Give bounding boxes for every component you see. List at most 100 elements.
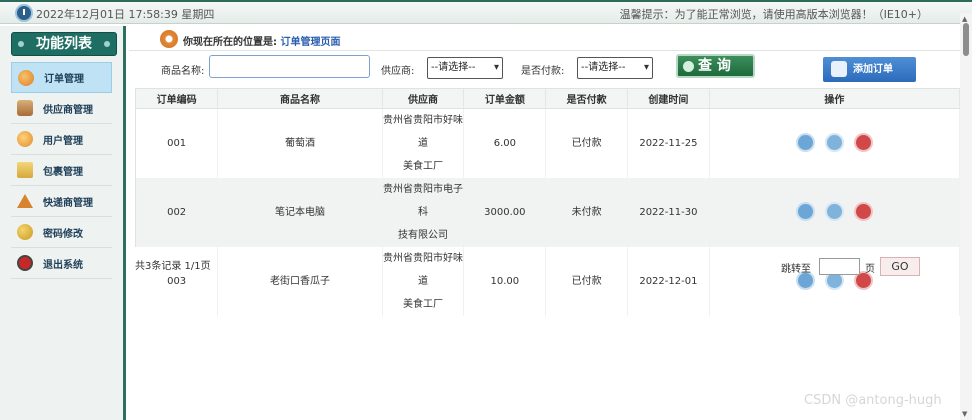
sidebar-item-suppliers[interactable]: 供应商管理 bbox=[11, 93, 112, 124]
vertical-scrollbar[interactable]: ▲ ▼ bbox=[960, 13, 972, 420]
express-icon bbox=[17, 194, 33, 208]
divider bbox=[129, 50, 960, 51]
supplier-line: 技有限公司 bbox=[398, 229, 449, 241]
record-summary: 共3条记录 1/1页 bbox=[135, 261, 211, 272]
search-bar: 商品名称: 供应商: --请选择-- 是否付款: --请选择-- 查 询 添加订… bbox=[129, 54, 960, 84]
package-icon bbox=[17, 162, 33, 178]
created-date: 2022-11-30 bbox=[627, 177, 710, 247]
watermark: CSDN @antong-hugh bbox=[804, 393, 942, 408]
add-order-button[interactable]: 添加订单 bbox=[823, 57, 916, 82]
main-content: 你现在所在的位置是: 订单管理页面 商品名称: 供应商: --请选择-- 是否付… bbox=[129, 26, 961, 420]
column-header: 订单编码 bbox=[136, 89, 219, 109]
sidebar-item-logout[interactable]: 退出系统 bbox=[11, 248, 112, 279]
go-button[interactable]: GO bbox=[880, 257, 920, 276]
orders-table: 订单编码 商品名称 供应商 订单金额 是否付款 创建时间 操作 001 葡萄酒 … bbox=[135, 88, 961, 316]
supplier-line: 美食工厂 bbox=[403, 160, 444, 172]
row-actions bbox=[709, 246, 961, 316]
order-code: 001 bbox=[136, 108, 219, 178]
column-header: 商品名称 bbox=[217, 89, 383, 109]
scroll-thumb[interactable] bbox=[963, 23, 969, 56]
sidebar-item-express[interactable]: 快递商管理 bbox=[11, 186, 112, 217]
sidebar-item-label: 供应商管理 bbox=[43, 104, 93, 116]
add-order-label: 添加订单 bbox=[853, 64, 893, 75]
wrench-icon bbox=[831, 61, 847, 77]
sidebar-item-users[interactable]: 用户管理 bbox=[11, 124, 112, 155]
scroll-down-icon[interactable]: ▼ bbox=[962, 410, 970, 418]
table-row: 003 老街口香瓜子 贵州省贵阳市好味道 美食工厂 10.00 已付款 2022-… bbox=[136, 246, 961, 316]
sidebar-item-packages[interactable]: 包裹管理 bbox=[11, 155, 112, 186]
row-actions bbox=[709, 108, 961, 178]
order-icon bbox=[18, 69, 34, 86]
location-icon bbox=[160, 30, 178, 48]
edit-icon[interactable] bbox=[824, 202, 844, 221]
supplier-select[interactable]: --请选择-- bbox=[427, 57, 503, 79]
product-name-input[interactable] bbox=[209, 55, 370, 78]
clock-icon bbox=[15, 4, 33, 22]
product-name-label: 商品名称: bbox=[161, 66, 205, 77]
table-row: 001 葡萄酒 贵州省贵阳市好味道美食工厂 6.00 已付款 2022-11-2… bbox=[136, 108, 961, 178]
page-number-input[interactable] bbox=[819, 258, 860, 275]
column-header: 供应商 bbox=[382, 89, 465, 109]
order-code: 002 bbox=[136, 177, 219, 247]
sidebar-item-label: 快递商管理 bbox=[43, 197, 93, 209]
order-amount: 3000.00 bbox=[463, 177, 547, 247]
column-header: 创建时间 bbox=[627, 89, 710, 109]
supplier-name: 贵州省贵阳市好味道美食工厂 bbox=[382, 246, 465, 316]
exit-icon bbox=[17, 255, 33, 271]
column-header: 订单金额 bbox=[463, 89, 547, 109]
supplier-line: 美食工厂 bbox=[403, 298, 444, 310]
current-datetime: 2022年12月01日 17:58:39 星期四 bbox=[36, 8, 215, 21]
page-unit-label: 页 bbox=[865, 264, 875, 275]
table-header-row: 订单编码 商品名称 供应商 订单金额 是否付款 创建时间 操作 bbox=[136, 89, 961, 109]
scroll-up-icon[interactable]: ▲ bbox=[962, 15, 970, 23]
row-actions bbox=[709, 177, 961, 247]
created-date: 2022-12-01 bbox=[627, 246, 710, 316]
query-button[interactable]: 查 询 bbox=[676, 54, 755, 78]
sidebar-item-label: 用户管理 bbox=[43, 135, 83, 147]
sidebar-title: 功能列表 bbox=[11, 32, 117, 56]
view-icon[interactable] bbox=[795, 133, 815, 152]
product-name: 老街口香瓜子 bbox=[217, 246, 383, 316]
paid-status: 未付款 bbox=[545, 177, 628, 247]
supplier-name: 贵州省贵阳市好味道美食工厂 bbox=[382, 108, 465, 178]
breadcrumb: 你现在所在的位置是: 订单管理页面 bbox=[160, 30, 960, 48]
supplier-line: 贵州省贵阳市好味道 bbox=[383, 114, 464, 149]
order-amount: 6.00 bbox=[463, 108, 547, 178]
breadcrumb-prefix: 你现在所在的位置是: bbox=[183, 37, 277, 48]
paid-select[interactable]: --请选择-- bbox=[577, 57, 653, 79]
sidebar-item-label: 退出系统 bbox=[43, 259, 83, 271]
sidebar-item-label: 密码修改 bbox=[43, 228, 83, 240]
sidebar: 功能列表 订单管理 供应商管理 用户管理 包裹管理 快递商管理 密码修改 退出系… bbox=[0, 26, 126, 420]
supplier-line: 贵州省贵阳市电子科 bbox=[383, 183, 464, 218]
supplier-icon bbox=[17, 100, 33, 116]
goto-label: 跳转至 bbox=[781, 264, 811, 275]
search-icon bbox=[683, 61, 694, 72]
paid-status: 已付款 bbox=[545, 108, 628, 178]
user-icon bbox=[17, 131, 33, 147]
column-header: 是否付款 bbox=[545, 89, 628, 109]
query-button-label: 查 询 bbox=[698, 58, 731, 74]
paid-status: 已付款 bbox=[545, 246, 628, 316]
supplier-line: 贵州省贵阳市好味道 bbox=[383, 252, 464, 287]
key-icon bbox=[17, 224, 33, 240]
supplier-label: 供应商: bbox=[381, 66, 415, 77]
edit-icon[interactable] bbox=[824, 133, 844, 152]
product-name: 笔记本电脑 bbox=[217, 177, 383, 247]
column-header: 操作 bbox=[709, 89, 961, 109]
product-name: 葡萄酒 bbox=[217, 108, 383, 178]
sidebar-item-label: 包裹管理 bbox=[43, 166, 83, 178]
delete-icon[interactable] bbox=[853, 202, 873, 221]
delete-icon[interactable] bbox=[853, 133, 873, 152]
top-bar: 2022年12月01日 17:58:39 星期四 温馨提示：为了能正常浏览，请使… bbox=[0, 0, 972, 24]
breadcrumb-current[interactable]: 订单管理页面 bbox=[280, 37, 340, 48]
table-row: 002 笔记本电脑 贵州省贵阳市电子科技有限公司 3000.00 未付款 202… bbox=[136, 177, 961, 247]
sidebar-item-label: 订单管理 bbox=[44, 74, 84, 85]
paid-label: 是否付款: bbox=[521, 66, 565, 77]
created-date: 2022-11-25 bbox=[627, 108, 710, 178]
sidebar-item-password[interactable]: 密码修改 bbox=[11, 217, 112, 248]
supplier-name: 贵州省贵阳市电子科技有限公司 bbox=[382, 177, 465, 247]
browser-tip: 温馨提示：为了能正常浏览，请使用高版本浏览器！（IE10+） bbox=[619, 8, 928, 21]
order-amount: 10.00 bbox=[463, 246, 547, 316]
sidebar-item-orders[interactable]: 订单管理 bbox=[11, 62, 112, 93]
view-icon[interactable] bbox=[795, 202, 815, 221]
